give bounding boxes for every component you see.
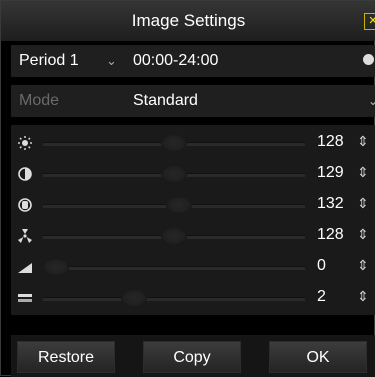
period-select[interactable]: Period 1: [19, 45, 79, 77]
sharpness-value[interactable]: 0: [317, 257, 326, 275]
denoising-icon: [18, 294, 32, 302]
brightness-slider-thumb[interactable]: [161, 134, 187, 152]
spinner-icon[interactable]: ⇕: [357, 195, 369, 212]
hue-value[interactable]: 128: [317, 226, 344, 244]
spinner-icon[interactable]: ⇕: [357, 226, 369, 243]
saturation-slider-thumb[interactable]: [165, 196, 192, 214]
denoising-slider-track[interactable]: [43, 297, 305, 301]
image-settings-dialog: Image Settings ✕ Period 1 ⌄ 00:00-24:00 …: [0, 0, 375, 377]
contrast-slider-thumb[interactable]: [161, 165, 187, 183]
saturation-icon: [18, 198, 32, 212]
sharpness-row: 0 ⇕: [11, 253, 375, 281]
copy-button[interactable]: Copy: [143, 341, 241, 373]
denoising-value[interactable]: 2: [317, 288, 326, 306]
dialog-title: Image Settings: [131, 11, 246, 30]
period-row: Period 1 ⌄ 00:00-24:00: [11, 45, 375, 77]
hue-row: 128 ⇕: [11, 222, 375, 250]
denoising-row: 2 ⇕: [11, 284, 375, 312]
contrast-value[interactable]: 129: [317, 164, 344, 182]
brightness-value[interactable]: 128: [317, 133, 344, 151]
time-range-value: 00:00-24:00: [133, 52, 219, 69]
hue-icon: [18, 229, 32, 243]
button-bar: Restore Copy OK: [11, 335, 375, 377]
hue-slider-thumb[interactable]: [161, 227, 187, 245]
slider-panel: 128 ⇕ 129 ⇕ 132 ⇕ 128 ⇕ 0 ⇕ 2 ⇕: [11, 125, 375, 315]
restore-button[interactable]: Restore: [17, 341, 115, 373]
contrast-row: 129 ⇕: [11, 160, 375, 188]
mode-row: Mode Standard ⌄: [11, 85, 375, 117]
sharpness-slider-track[interactable]: [43, 266, 305, 270]
sharpness-icon: [18, 263, 32, 273]
spinner-icon[interactable]: ⇕: [357, 133, 369, 150]
chevron-down-icon[interactable]: ⌄: [368, 85, 375, 117]
mode-label: Mode: [19, 92, 60, 109]
denoising-slider-thumb[interactable]: [120, 289, 147, 307]
saturation-value[interactable]: 132: [317, 195, 344, 213]
clock-icon[interactable]: [363, 54, 374, 65]
chevron-down-icon[interactable]: ⌄: [106, 45, 117, 77]
brightness-icon: [18, 136, 32, 150]
mode-select[interactable]: Standard: [133, 85, 198, 117]
saturation-row: 132 ⇕: [11, 191, 375, 219]
spinner-icon[interactable]: ⇕: [357, 257, 369, 274]
spinner-icon[interactable]: ⇕: [357, 288, 369, 305]
ok-button[interactable]: OK: [269, 341, 367, 373]
title-bar: Image Settings ✕: [1, 1, 375, 41]
contrast-icon: [18, 167, 32, 181]
spinner-icon[interactable]: ⇕: [357, 164, 369, 181]
brightness-row: 128 ⇕: [11, 129, 375, 157]
close-icon[interactable]: ✕: [364, 13, 375, 30]
sharpness-slider-thumb[interactable]: [43, 258, 69, 276]
